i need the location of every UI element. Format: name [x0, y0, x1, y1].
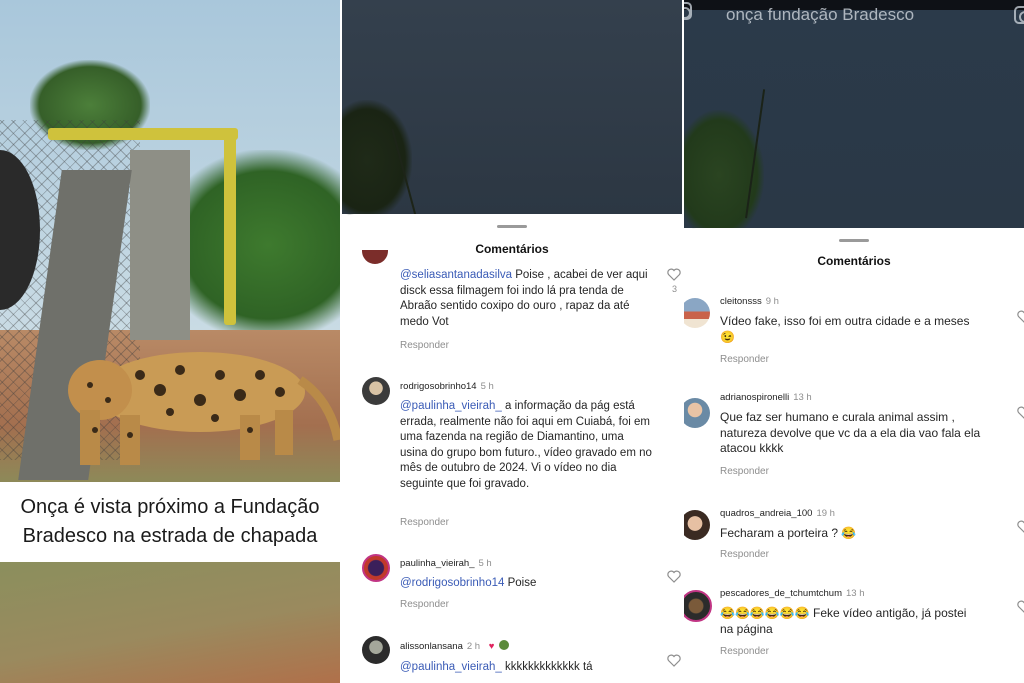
caption-text: Onça é vista próximo a Fundação Bradesco… [20, 496, 320, 547]
avatar[interactable] [362, 554, 390, 582]
comments-title: Comentários [817, 254, 891, 268]
reply-button[interactable]: Responder [400, 517, 449, 528]
heart-icon[interactable] [667, 570, 681, 583]
like-count: 3 [672, 284, 678, 294]
mention-link[interactable]: @seliasantanadasilva [400, 269, 512, 281]
comment-time: 9 h [765, 296, 779, 307]
comment-username[interactable]: quadros_andreia_100 19 h [720, 508, 835, 519]
reply-button[interactable]: Responder [720, 646, 769, 657]
jaguar [68, 352, 340, 465]
heart-icon[interactable] [667, 268, 681, 281]
avatar[interactable] [684, 590, 712, 622]
reply-button[interactable]: Responder [400, 599, 449, 610]
comment-text: @rodrigosobrinho14 Poise [400, 577, 537, 589]
reply-button[interactable]: Responder [720, 549, 769, 560]
comment-username[interactable]: adrianospironelli 13 h [720, 392, 812, 403]
mention-link[interactable]: @paulinha_vieirah_ [400, 661, 502, 673]
avatar[interactable] [684, 398, 710, 428]
comment-text: Que faz ser humano e curala animal assim… [720, 410, 981, 455]
comment-username[interactable]: pescadores_de_tchumtchum 13 h [720, 588, 865, 599]
roadside-grass [0, 562, 340, 683]
avatar[interactable] [684, 298, 710, 328]
mention-link[interactable]: @rodrigosobrinho14 [400, 577, 504, 589]
comments-sheet: Comentários cleitonsss 9 h Vídeo fake, is… [684, 228, 1024, 683]
instagram-icon [1014, 6, 1024, 24]
comment-time: 2 h [466, 641, 481, 652]
yellow-gate-bar [48, 128, 238, 140]
reply-button[interactable]: Responder [400, 340, 449, 351]
comment-username[interactable]: cleitonsss 9 h [720, 296, 779, 307]
reaction-emoji-icon [499, 640, 509, 650]
comments-sheet: Comentários @seliasantanadasilva Poise ,… [342, 214, 682, 683]
jaguar-photo-panel: Onça é vista próximo a Fundação Bradesco… [0, 0, 340, 683]
avatar[interactable] [362, 250, 388, 264]
heart-icon[interactable] [1017, 600, 1024, 613]
comment-username[interactable]: rodrigosobrinho14 5 h [400, 381, 494, 392]
instagram-icon [684, 2, 692, 20]
comment-text: Vídeo fake, isso foi em outra cidade e a… [720, 314, 970, 344]
avatar[interactable] [684, 510, 710, 540]
video-background: onça fundação Bradesco [684, 0, 1024, 240]
comment-text: 😂😂😂😂😂😂 Feke vídeo antigão, já postei na … [720, 606, 967, 636]
mention-link[interactable]: @paulinha_vieirah_ [400, 400, 502, 412]
reply-button[interactable]: Responder [720, 466, 769, 477]
comment-text: Fecharam a porteira ? 😂 [720, 526, 857, 540]
comment-text: @paulinha_vieirah_ kkkkkkkkkkkkk tá [400, 661, 593, 673]
sheet-drag-handle[interactable] [839, 239, 869, 242]
yellow-gate-post [224, 135, 236, 325]
heart-icon[interactable] [1017, 520, 1024, 533]
sheet-drag-handle[interactable] [497, 225, 527, 228]
comment-time: 19 h [816, 508, 835, 519]
comment-text: @seliasantanadasilva Poise , acabei de v… [400, 269, 648, 328]
avatar[interactable] [362, 377, 390, 405]
video-background [342, 0, 682, 220]
heart-reaction-icon: ♥ [488, 641, 495, 652]
reply-button[interactable]: Responder [720, 354, 769, 365]
heart-icon[interactable] [1017, 406, 1024, 419]
avatar[interactable] [362, 636, 390, 664]
concrete-post [130, 150, 190, 340]
photo-caption: Onça é vista próximo a Fundação Bradesco… [0, 482, 340, 562]
comment-username[interactable]: alissonlansana 2 h ♥ [400, 640, 509, 652]
comment-time: 13 h [793, 392, 812, 403]
comment-time: 5 h [478, 558, 492, 569]
comments-screenshot-2: onça fundação Bradesco Comentários cleit… [684, 0, 1024, 683]
comment-time: 5 h [480, 381, 494, 392]
comments-title: Comentários [475, 242, 549, 256]
comments-screenshot-1: Comentários @seliasantanadasilva Poise ,… [342, 0, 682, 683]
comment-username[interactable]: paulinha_vieirah_ 5 h [400, 558, 492, 569]
video-overlay-title: onça fundação Bradesco [726, 5, 915, 24]
heart-icon[interactable] [1017, 310, 1024, 323]
heart-icon[interactable] [667, 654, 681, 667]
comment-text: @paulinha_vieirah_ a informação da pág e… [400, 400, 652, 490]
comment-time: 13 h [846, 588, 865, 599]
